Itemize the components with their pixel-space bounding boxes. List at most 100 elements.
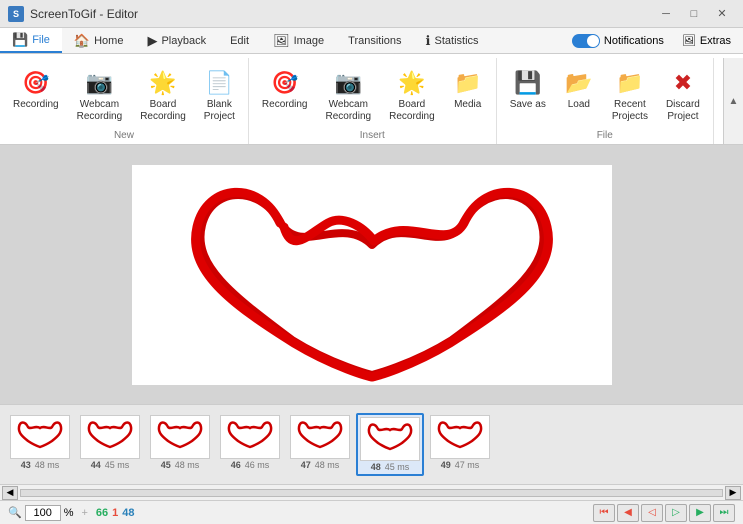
board-recording-button[interactable]: 🌟 BoardRecording bbox=[133, 62, 193, 128]
navigation-buttons: ⏮ ◀ ◁ ▷ ▶ ⏭ bbox=[593, 504, 735, 522]
notifications-toggle[interactable]: Notifications bbox=[564, 32, 672, 50]
recording-button[interactable]: 🎯 Recording bbox=[6, 62, 66, 116]
frame-44-img bbox=[80, 415, 140, 459]
nav-next-button[interactable]: ▶ bbox=[689, 504, 711, 522]
notifications-label: Notifications bbox=[604, 35, 664, 47]
insert-recording-icon: 🎯 bbox=[271, 67, 298, 99]
frame-49[interactable]: 49 47 ms bbox=[426, 413, 494, 476]
load-button[interactable]: 📂 Load bbox=[557, 62, 601, 116]
frame-46-img bbox=[220, 415, 280, 459]
tab-home[interactable]: 🏠 Home bbox=[62, 28, 136, 53]
frame-45[interactable]: 45 48 ms bbox=[146, 413, 214, 476]
notifications-toggle-box bbox=[572, 34, 600, 48]
nav-prev-button[interactable]: ◀ bbox=[617, 504, 639, 522]
frame-43[interactable]: 43 48 ms bbox=[6, 413, 74, 476]
board-icon: 🌟 bbox=[149, 67, 176, 99]
minimize-button[interactable]: ─ bbox=[653, 4, 679, 24]
recent-projects-button[interactable]: 📁 RecentProjects bbox=[605, 62, 655, 128]
recording-icon: 🎯 bbox=[22, 67, 49, 99]
zoom-input[interactable] bbox=[25, 505, 61, 521]
insert-board-button[interactable]: 🌟 BoardRecording bbox=[382, 62, 442, 128]
ribbon-group-file: 💾 Save as 📂 Load 📁 RecentProjects ✖ Disc… bbox=[497, 58, 714, 144]
media-label: Media bbox=[454, 99, 481, 111]
status-bar: 🔍 % + 66 1 48 ⏮ ◀ ◁ ▷ ▶ ⏭ bbox=[0, 500, 743, 524]
webcam-recording-button[interactable]: 📷 WebcamRecording bbox=[70, 62, 130, 128]
recording-label: Recording bbox=[13, 99, 59, 111]
insert-board-icon: 🌟 bbox=[398, 67, 425, 99]
filmstrip: 43 48 ms 44 45 ms 45 bbox=[0, 404, 743, 484]
nav-last-button[interactable]: ⏭ bbox=[713, 504, 735, 522]
frame-47-img bbox=[290, 415, 350, 459]
frame-49-info: 49 47 ms bbox=[441, 460, 480, 470]
webcam-label: WebcamRecording bbox=[77, 99, 123, 123]
scrollbar-area: ◀ ▶ bbox=[0, 484, 743, 500]
scroll-track[interactable] bbox=[20, 489, 723, 497]
statistics-tab-label: Statistics bbox=[435, 35, 479, 47]
discard-project-button[interactable]: ✖ DiscardProject bbox=[659, 62, 707, 128]
tab-edit[interactable]: Edit bbox=[218, 28, 261, 53]
frame-45-img bbox=[150, 415, 210, 459]
tab-transitions[interactable]: Transitions bbox=[336, 28, 413, 53]
frame-48[interactable]: 48 45 ms bbox=[356, 413, 424, 476]
frame-44[interactable]: 44 45 ms bbox=[76, 413, 144, 476]
nav-first-button[interactable]: ⏮ bbox=[593, 504, 615, 522]
webcam-icon: 📷 bbox=[86, 67, 113, 99]
canvas-area bbox=[0, 145, 743, 404]
ribbon-group-new: 🎯 Recording 📷 WebcamRecording 🌟 BoardRec… bbox=[0, 58, 249, 144]
nav-play-back-button[interactable]: ◁ bbox=[641, 504, 663, 522]
save-as-label: Save as bbox=[510, 99, 546, 111]
ribbon-new-items: 🎯 Recording 📷 WebcamRecording 🌟 BoardRec… bbox=[6, 58, 242, 128]
frame-43-info: 43 48 ms bbox=[21, 460, 60, 470]
insert-webcam-icon: 📷 bbox=[335, 67, 362, 99]
frame-46[interactable]: 46 46 ms bbox=[216, 413, 284, 476]
val-blue: 48 bbox=[122, 507, 134, 519]
extras-toggle[interactable]: 🖼 Extras bbox=[674, 32, 739, 49]
insert-recording-label: Recording bbox=[262, 99, 308, 111]
close-button[interactable]: ✕ bbox=[709, 4, 735, 24]
home-tab-icon: 🏠 bbox=[74, 33, 90, 49]
tab-file[interactable]: 💾 File bbox=[0, 28, 62, 53]
val-red: 1 bbox=[112, 507, 118, 519]
status-values: 66 1 48 bbox=[96, 507, 135, 519]
menu-right-toggles: Notifications 🖼 Extras bbox=[564, 28, 743, 53]
tab-playback[interactable]: ▶ Playback bbox=[135, 28, 218, 53]
save-as-icon: 💾 bbox=[514, 67, 541, 99]
title-bar: S ScreenToGif - Editor ─ □ ✕ bbox=[0, 0, 743, 28]
frame-44-info: 44 45 ms bbox=[91, 460, 130, 470]
scroll-left-button[interactable]: ◀ bbox=[2, 486, 18, 500]
transitions-tab-label: Transitions bbox=[348, 35, 401, 47]
image-tab-icon: 🖼 bbox=[273, 33, 290, 49]
insert-recording-button[interactable]: 🎯 Recording bbox=[255, 62, 315, 116]
nav-play-fwd-button[interactable]: ▷ bbox=[665, 504, 687, 522]
statistics-tab-icon: ℹ bbox=[426, 33, 431, 49]
media-icon: 📁 bbox=[454, 67, 481, 99]
frame-47-info: 47 48 ms bbox=[301, 460, 340, 470]
main-area: 43 48 ms 44 45 ms 45 bbox=[0, 145, 743, 524]
playback-tab-icon: ▶ bbox=[147, 33, 157, 49]
tab-image[interactable]: 🖼 Image bbox=[261, 28, 336, 53]
frame-47[interactable]: 47 48 ms bbox=[286, 413, 354, 476]
discard-label: DiscardProject bbox=[666, 99, 700, 123]
edit-tab-label: Edit bbox=[230, 35, 249, 47]
load-label: Load bbox=[568, 99, 590, 111]
insert-webcam-button[interactable]: 📷 WebcamRecording bbox=[319, 62, 379, 128]
media-button[interactable]: 📁 Media bbox=[446, 62, 490, 116]
board-label: BoardRecording bbox=[140, 99, 186, 123]
scroll-right-button[interactable]: ▶ bbox=[725, 486, 741, 500]
val-green: 66 bbox=[96, 507, 108, 519]
blank-project-button[interactable]: 📄 BlankProject bbox=[197, 62, 242, 128]
ribbon-group-insert: 🎯 Recording 📷 WebcamRecording 🌟 BoardRec… bbox=[249, 58, 497, 144]
maximize-button[interactable]: □ bbox=[681, 4, 707, 24]
save-as-button[interactable]: 💾 Save as bbox=[503, 62, 553, 116]
tab-statistics[interactable]: ℹ Statistics bbox=[414, 28, 491, 53]
blank-label: BlankProject bbox=[204, 99, 235, 123]
app-icon: S bbox=[8, 6, 24, 22]
insert-webcam-label: WebcamRecording bbox=[326, 99, 372, 123]
new-group-label: New bbox=[114, 130, 134, 144]
separator-1: + bbox=[81, 507, 87, 519]
image-tab-label: Image bbox=[294, 35, 325, 47]
ribbon-collapse-button[interactable]: ▲ bbox=[723, 58, 743, 144]
insert-board-label: BoardRecording bbox=[389, 99, 435, 123]
load-icon: 📂 bbox=[565, 67, 592, 99]
recent-projects-label: RecentProjects bbox=[612, 99, 648, 123]
